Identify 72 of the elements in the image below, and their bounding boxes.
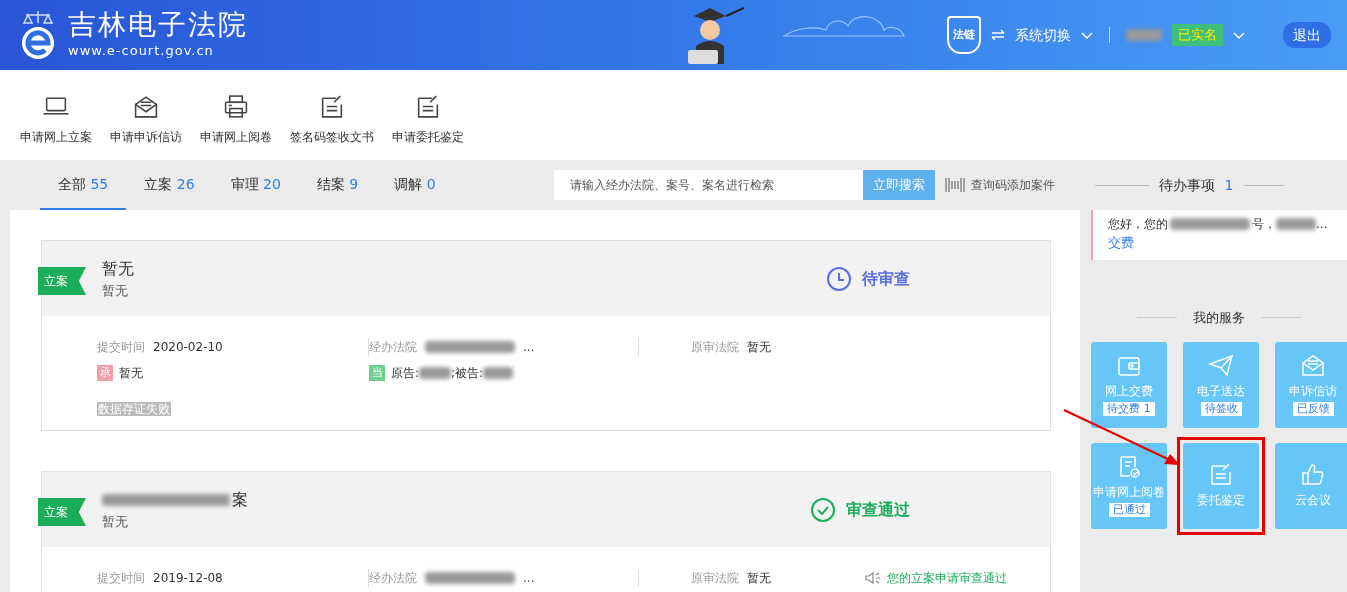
field-label: 提交时间 bbox=[97, 339, 145, 356]
parties-text: 原告: ;被告: bbox=[391, 364, 514, 382]
redacted-text bbox=[483, 367, 514, 379]
field-label: 原审法院 bbox=[691, 570, 739, 587]
chevron-down-icon bbox=[1233, 31, 1245, 39]
check-circle-icon bbox=[810, 496, 836, 523]
site-url: www.e-court.gov.cn bbox=[68, 42, 215, 61]
envelope-icon bbox=[132, 94, 160, 120]
tile-status-badge: 已反馈 bbox=[1292, 402, 1334, 416]
party-badge: 当 bbox=[369, 365, 385, 381]
judge-badge: 承 bbox=[97, 365, 113, 381]
redacted-text bbox=[1276, 218, 1316, 230]
case-status: 审查通过 bbox=[846, 498, 910, 521]
site-title: 吉林电子法院 bbox=[68, 9, 248, 42]
case-notice: 您的立案申请审查通过 bbox=[887, 570, 1007, 587]
services-heading: 我的服务 bbox=[1193, 309, 1245, 327]
field-value: ... bbox=[523, 570, 535, 587]
case-subtitle: 暂无 bbox=[102, 281, 129, 300]
redacted-text bbox=[1126, 29, 1162, 41]
note-pencil-icon bbox=[1208, 462, 1234, 487]
service-tile[interactable]: 申诉信访 已反馈 bbox=[1275, 341, 1347, 428]
toolbar-button[interactable]: 申请委托鉴定 bbox=[390, 94, 466, 146]
pay-fee-link[interactable]: 交费 bbox=[1108, 235, 1134, 250]
service-tile[interactable]: 电子送达 待签收 bbox=[1183, 341, 1259, 428]
case-subtitle: 暂无 bbox=[102, 512, 129, 531]
toolbar-button[interactable]: 申请网上立案 bbox=[18, 94, 94, 146]
field-value: 2020-02-10 bbox=[153, 339, 223, 356]
field-value: 暂无 bbox=[747, 339, 771, 356]
tab[interactable]: 审理 20 bbox=[212, 160, 299, 210]
field-value: ... bbox=[523, 339, 535, 356]
paper-plane-icon bbox=[1208, 353, 1234, 378]
barcode-icon bbox=[944, 177, 965, 193]
search-field[interactable]: 请输入经办法院、案号、案名进行检索 bbox=[553, 170, 863, 200]
verified-badge: 已实名 bbox=[1172, 24, 1223, 46]
evidence-status-tag: 数据存证失败 bbox=[97, 402, 171, 416]
case-status: 待审查 bbox=[862, 267, 910, 290]
todo-heading: 待办事项 bbox=[1158, 175, 1215, 195]
clock-icon bbox=[826, 265, 852, 292]
tab[interactable]: 调解 0 bbox=[376, 160, 454, 210]
toolbar-button[interactable]: 申请网上阅卷 bbox=[198, 94, 274, 146]
field-label: 经办法院 bbox=[369, 339, 417, 356]
field-label: 原审法院 bbox=[691, 339, 739, 356]
tab[interactable]: 立案 26 bbox=[126, 160, 213, 210]
field-label: 经办法院 bbox=[369, 570, 417, 587]
swap-arrows-icon bbox=[991, 29, 1005, 41]
redacted-text bbox=[419, 367, 452, 379]
notice-text: 您好，您的 号， ... bbox=[1108, 216, 1329, 233]
case-type-tag: 立案 bbox=[38, 267, 86, 295]
tile-status-badge: 待签收 bbox=[1200, 402, 1242, 416]
field-label: 提交时间 bbox=[97, 570, 145, 587]
case-type-tag: 立案 bbox=[38, 498, 86, 526]
toolbar-button[interactable]: 申请申诉信访 bbox=[108, 94, 184, 146]
service-tile[interactable]: 申请网上阅卷 已通过 bbox=[1091, 442, 1167, 529]
case-title: 暂无 bbox=[102, 257, 134, 280]
thumbs-up-icon bbox=[1300, 462, 1326, 487]
query-code-link[interactable]: 查询码添加案件 bbox=[970, 176, 1055, 194]
case-title: 案 bbox=[102, 487, 248, 512]
todo-count: 1 bbox=[1224, 175, 1234, 195]
tile-status-badge: 待交费 1 bbox=[1103, 402, 1155, 416]
toolbar-button[interactable]: 签名码签收文书 bbox=[288, 94, 376, 146]
chevron-down-icon bbox=[1081, 31, 1093, 39]
field-value: 暂无 bbox=[747, 570, 771, 587]
judge-name: 暂无 bbox=[119, 365, 143, 382]
chain-shield-badge: 法链 bbox=[947, 16, 981, 54]
tab[interactable]: 结案 9 bbox=[298, 160, 377, 210]
speaker-icon bbox=[865, 571, 881, 585]
tile-status-badge: 已通过 bbox=[1108, 503, 1150, 517]
service-tile[interactable]: 网上交费 待交费 1 bbox=[1091, 341, 1167, 428]
printer-icon bbox=[222, 94, 250, 120]
envelope-icon bbox=[1300, 353, 1326, 378]
field-value: 2019-12-08 bbox=[153, 570, 223, 587]
logout-button[interactable]: 退出 bbox=[1283, 22, 1331, 48]
